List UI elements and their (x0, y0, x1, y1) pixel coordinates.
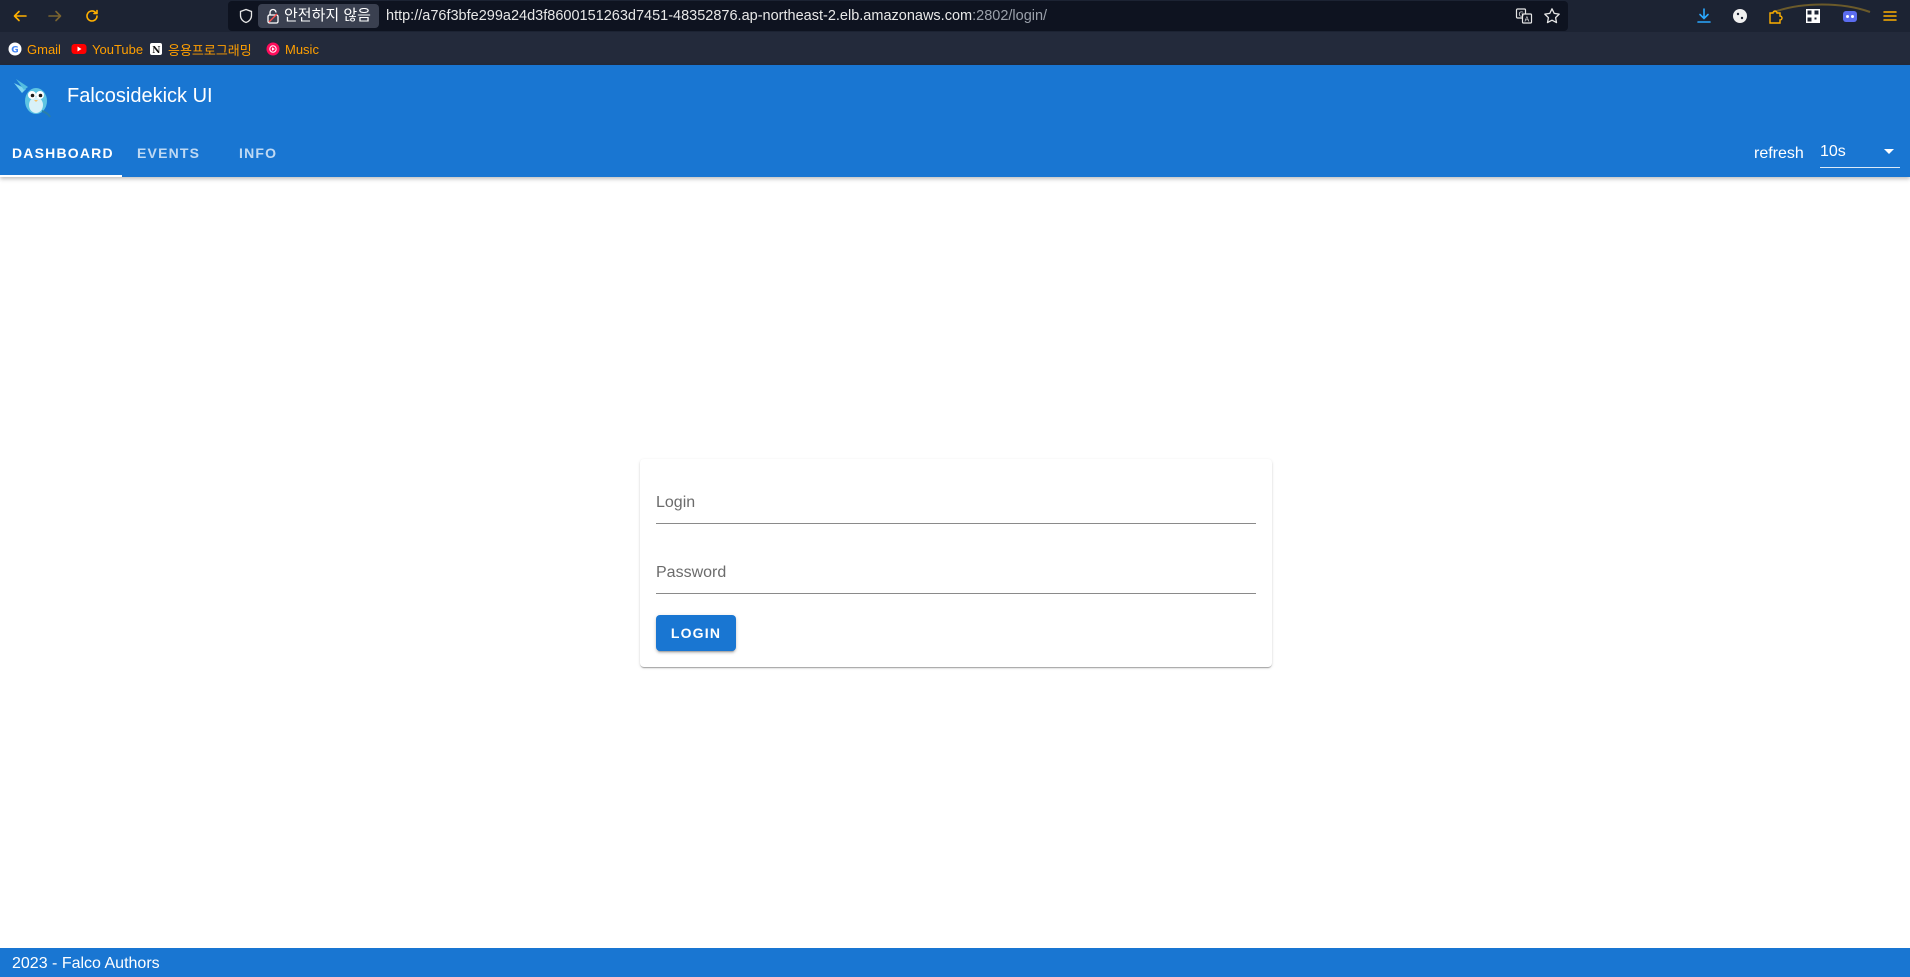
bookmark-youtube[interactable]: YouTube (71, 41, 143, 57)
login-card: LOGIN (640, 459, 1272, 667)
back-button[interactable] (8, 4, 32, 28)
tab-dashboard[interactable]: DASHBOARD (12, 145, 114, 161)
music-icon (266, 42, 280, 56)
reload-icon (86, 9, 98, 22)
youtube-icon (71, 44, 87, 54)
bookmark-music[interactable]: Music (266, 41, 319, 57)
svg-text:A: A (1525, 16, 1530, 24)
extensions-button[interactable] (1766, 6, 1786, 26)
cookie-icon (1733, 9, 1747, 23)
insecure-connection-badge[interactable]: 안전하지 않음 (258, 4, 379, 28)
login-button[interactable]: LOGIN (656, 615, 736, 651)
url-path: :2802/login/ (972, 8, 1048, 24)
google-icon: G (8, 42, 22, 56)
reload-button[interactable] (80, 4, 104, 28)
qr-code-icon (1806, 9, 1820, 23)
arrow-left-icon (13, 10, 27, 22)
arrow-right-icon (48, 10, 62, 22)
browser-toolbar: 안전하지 않음 http://a76f3bfe299a24d3f86001512… (0, 0, 1910, 32)
bookmark-label: YouTube (92, 41, 144, 57)
app-header: Falcosidekick UI DASHBOARD EVENTS INFO r… (0, 65, 1910, 177)
shield-icon[interactable] (238, 8, 254, 24)
bookmark-notion[interactable]: N 응용프로그래밍 (149, 41, 252, 58)
footer: 2023 - Falco Authors (0, 948, 1910, 977)
address-bar[interactable]: 안전하지 않음 http://a76f3bfe299a24d3f86001512… (228, 1, 1568, 31)
forward-button[interactable] (43, 4, 67, 28)
extension-cookie-button[interactable] (1730, 6, 1750, 26)
active-tab-indicator (0, 175, 122, 177)
robot-icon (1843, 11, 1857, 22)
menu-button[interactable] (1880, 6, 1900, 26)
notion-icon: N (150, 43, 162, 56)
app-title: Falcosidekick UI (67, 85, 213, 107)
svg-text:N: N (152, 46, 160, 56)
tab-events[interactable]: EVENTS (137, 145, 200, 161)
svg-text:G: G (11, 46, 18, 56)
refresh-label: refresh (1754, 145, 1804, 162)
downloads-button[interactable] (1694, 6, 1714, 26)
puzzle-icon (1769, 10, 1783, 24)
dropdown-arrow-icon (1884, 149, 1894, 154)
profile-extension-button[interactable] (1840, 6, 1860, 26)
svg-text:G: G (1519, 11, 1524, 19)
star-icon[interactable] (1543, 7, 1561, 25)
download-icon (1697, 8, 1711, 23)
refresh-interval-value: 10s (1820, 143, 1846, 160)
bookmark-label: Music (285, 41, 319, 57)
tab-info[interactable]: INFO (239, 145, 277, 161)
security-label: 안전하지 않음 (284, 7, 371, 24)
login-field (656, 483, 1256, 524)
broken-lock-icon (267, 8, 279, 24)
qr-code-button[interactable] (1803, 6, 1823, 26)
bookmark-gmail[interactable]: G Gmail (8, 41, 61, 57)
refresh-interval-select[interactable]: 10s (1820, 139, 1900, 168)
hamburger-menu-icon (1883, 11, 1897, 21)
bookmark-label: 응용프로그래밍 (168, 42, 252, 58)
translate-icon[interactable]: GA (1515, 7, 1533, 25)
login-input[interactable] (656, 483, 1256, 523)
falco-logo-icon (14, 79, 51, 118)
password-field (656, 553, 1256, 594)
bookmark-label: Gmail (27, 41, 61, 57)
url-host: http://a76f3bfe299a24d3f8600151263d7451-… (386, 8, 973, 24)
footer-text: 2023 - Falco Authors (12, 955, 160, 972)
url-text[interactable]: http://a76f3bfe299a24d3f8600151263d7451-… (386, 8, 1047, 24)
password-input[interactable] (656, 553, 1256, 593)
bookmarks-bar: G Gmail YouTube N 응용프로그래밍 Music (0, 32, 1910, 65)
